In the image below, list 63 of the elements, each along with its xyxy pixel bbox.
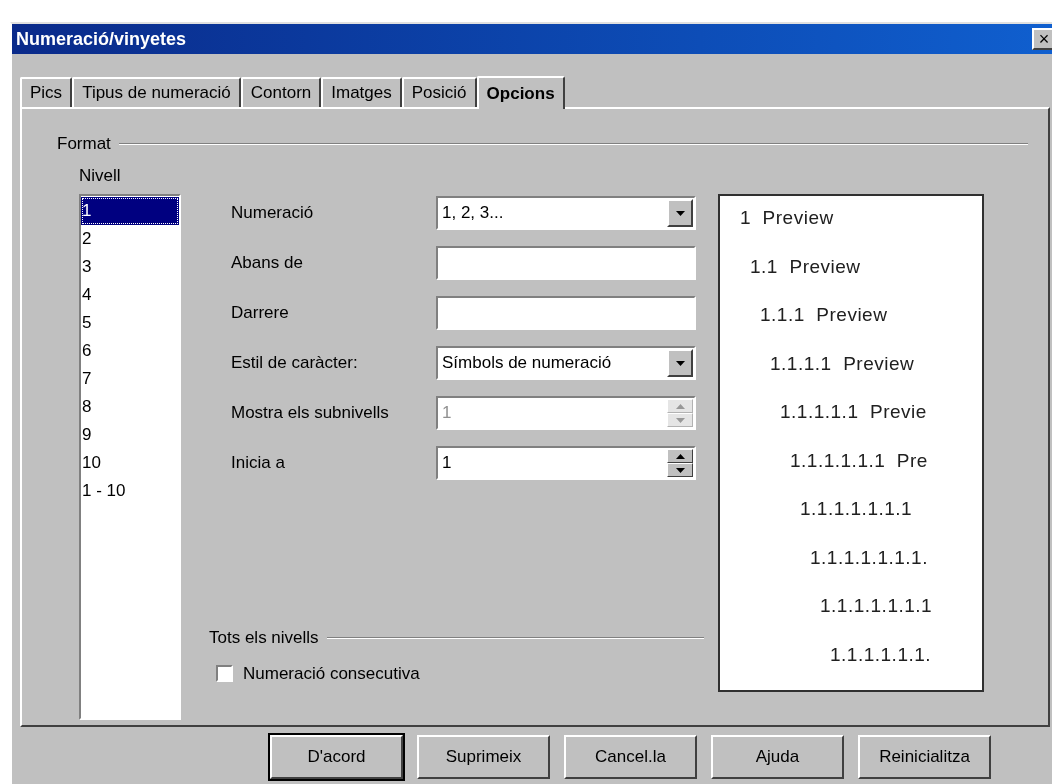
field-label: Numeració xyxy=(231,202,315,225)
tab[interactable]: Contorn xyxy=(240,77,322,107)
close-button[interactable]: × xyxy=(1032,28,1052,50)
input-field[interactable] xyxy=(436,246,696,280)
window-title: Numeració/vinyetes xyxy=(16,27,188,51)
dropdown-arrow-button[interactable] xyxy=(667,199,693,227)
dialog-button[interactable]: Suprimeix xyxy=(417,735,550,779)
list-item[interactable]: 5 xyxy=(81,309,179,337)
list-item[interactable]: 10 xyxy=(81,449,179,477)
preview-line: 1.1 Preview xyxy=(750,254,861,279)
field-label: Mostra els subnivells xyxy=(231,402,390,425)
down-arrow-icon xyxy=(675,417,685,423)
dropdown-arrow-button[interactable] xyxy=(667,349,693,377)
dialog-button[interactable]: Reinicialitza xyxy=(858,735,991,779)
preview-line: 1 Preview xyxy=(740,206,834,230)
section-title: Format xyxy=(57,133,111,155)
down-arrow-icon xyxy=(675,210,685,216)
preview-line: 1.1.1.1.1 Previe xyxy=(780,400,927,424)
tab[interactable]: Opcions xyxy=(476,76,565,109)
list-item[interactable]: 3 xyxy=(81,253,179,281)
down-arrow-icon xyxy=(675,360,685,366)
up-arrow-icon xyxy=(675,453,685,459)
tab[interactable]: Pics xyxy=(20,77,73,107)
list-item[interactable]: 1 - 10 xyxy=(81,477,179,505)
down-arrow-icon xyxy=(675,467,685,473)
list-item[interactable]: 7 xyxy=(81,365,179,393)
list-item[interactable]: 8 xyxy=(81,393,179,421)
section-title: Tots els nivells xyxy=(209,627,319,649)
field-label: Estil de caràcter: xyxy=(231,352,359,375)
field-label: Inicia a xyxy=(231,452,286,475)
dialog-button[interactable]: Cancel.la xyxy=(564,735,697,779)
dialog-button[interactable]: D'acord xyxy=(270,735,403,779)
input-field[interactable] xyxy=(436,296,696,330)
preview-line: 1.1.1.1.1.1. xyxy=(830,642,932,667)
preview-line: 1.1.1.1.1.1 Pre xyxy=(790,448,928,473)
preview-line: 1.1.1.1.1.1.1. xyxy=(810,545,928,570)
checkbox-label: Numeració consecutiva xyxy=(243,662,420,685)
dialog-button[interactable]: Ajuda xyxy=(711,735,844,779)
list-item[interactable]: 6 xyxy=(81,337,179,365)
tab[interactable]: Tipus de numeració xyxy=(72,77,241,107)
preview-line: 1.1.1.1 Preview xyxy=(770,351,915,376)
spin-value: 1 xyxy=(441,402,453,425)
list-item[interactable]: 4 xyxy=(81,281,179,309)
list-item[interactable]: 2 xyxy=(81,225,179,253)
spin-field[interactable]: 1 xyxy=(436,446,696,480)
up-arrow-icon xyxy=(675,403,685,409)
dropdown[interactable]: 1, 2, 3... xyxy=(436,196,696,230)
spin-buttons[interactable] xyxy=(667,449,693,477)
checkbox[interactable] xyxy=(216,664,233,682)
field-label: Darrere xyxy=(231,302,290,325)
tab[interactable]: Posició xyxy=(401,77,477,107)
dropdown-value: 1, 2, 3... xyxy=(441,202,505,225)
preview-line: 1.1.1.1.1.1.1 xyxy=(820,594,933,618)
dropdown-value: Símbols de numeració xyxy=(441,352,613,375)
preview-line: 1.1.1 Preview xyxy=(760,303,888,327)
list-item[interactable]: 9 xyxy=(81,421,179,449)
dropdown[interactable]: Símbols de numeració xyxy=(436,346,696,380)
spin-value: 1 xyxy=(441,452,453,475)
preview-line: 1.1.1.1.1.1.1 xyxy=(800,497,913,521)
tab[interactable]: Imatges xyxy=(321,77,402,107)
list-label: Nivell xyxy=(79,164,121,187)
field-label: Abans de xyxy=(231,252,304,275)
list-item[interactable]: 1 xyxy=(81,197,179,225)
